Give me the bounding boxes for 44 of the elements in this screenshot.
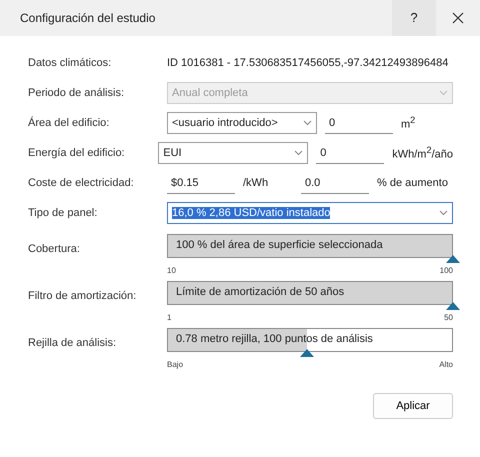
slider-thumb[interactable]	[300, 349, 314, 357]
field-label: Periodo de análisis:	[28, 86, 126, 100]
tick-label: Alto	[439, 360, 453, 369]
apply-button[interactable]: Aplicar	[373, 393, 453, 419]
dropdown[interactable]: EUI	[158, 142, 308, 164]
tick-label: Bajo	[167, 360, 184, 369]
dropdown[interactable]: <usuario introducido>	[167, 112, 317, 134]
dropdown[interactable]: 16,0 % 2,86 USD/vatio instalado	[167, 202, 453, 224]
input-field[interactable]: 0.0	[301, 172, 369, 194]
unit-label: % de aumento	[377, 177, 449, 189]
field-label: Filtro de amortización:	[28, 289, 138, 304]
field-value: ID 1016381 - 17.530683517456055,-97.34212493896484	[167, 57, 448, 69]
field-label: Cobertura:	[28, 242, 81, 257]
field-label: Energía del edificio:	[28, 146, 126, 160]
input-field[interactable]: 0	[325, 112, 393, 134]
slider-value: Límite de amortización de 50 años	[175, 285, 346, 300]
unit-label: /kWh	[243, 177, 270, 189]
tick-label: 10	[167, 266, 176, 275]
input-field[interactable]: $0.15	[167, 172, 235, 194]
field-label: Coste de electricidad:	[28, 176, 135, 190]
slider-value: 0.78 metro rejilla, 100 puntos de análisis	[175, 332, 374, 347]
chevron-down-icon	[439, 210, 448, 216]
slider-track[interactable]: Límite de amortización de 50 años	[167, 281, 453, 305]
slider-thumb[interactable]	[446, 302, 460, 310]
field-label: Área del edificio:	[28, 116, 110, 130]
field-label: Rejilla de análisis:	[28, 336, 118, 351]
close-icon	[452, 12, 464, 24]
slider-value: 100 % del área de superficie seleccionada	[175, 238, 384, 253]
field-label: Tipo de panel:	[28, 206, 98, 220]
window-title: Configuración del estudio	[20, 11, 156, 25]
slider-track[interactable]: 0.78 metro rejilla, 100 puntos de análisis	[167, 328, 453, 352]
slider-thumb[interactable]	[446, 255, 460, 263]
tick-label: 1	[167, 313, 172, 322]
chevron-down-icon	[294, 150, 304, 156]
tick-label: 50	[444, 313, 453, 322]
unit-label: kWh/m$^{2}$/año	[392, 145, 453, 161]
input-field[interactable]: 0	[316, 142, 384, 164]
field-label: Datos climáticos:	[28, 56, 112, 70]
chevron-down-icon	[303, 120, 312, 126]
unit-label: m$^{2}$	[401, 115, 416, 131]
help-button[interactable]: ?	[392, 0, 436, 36]
tick-label: 100	[440, 266, 453, 275]
chevron-down-icon	[439, 90, 448, 96]
slider-track[interactable]: 100 % del área de superficie seleccionada	[167, 234, 453, 258]
